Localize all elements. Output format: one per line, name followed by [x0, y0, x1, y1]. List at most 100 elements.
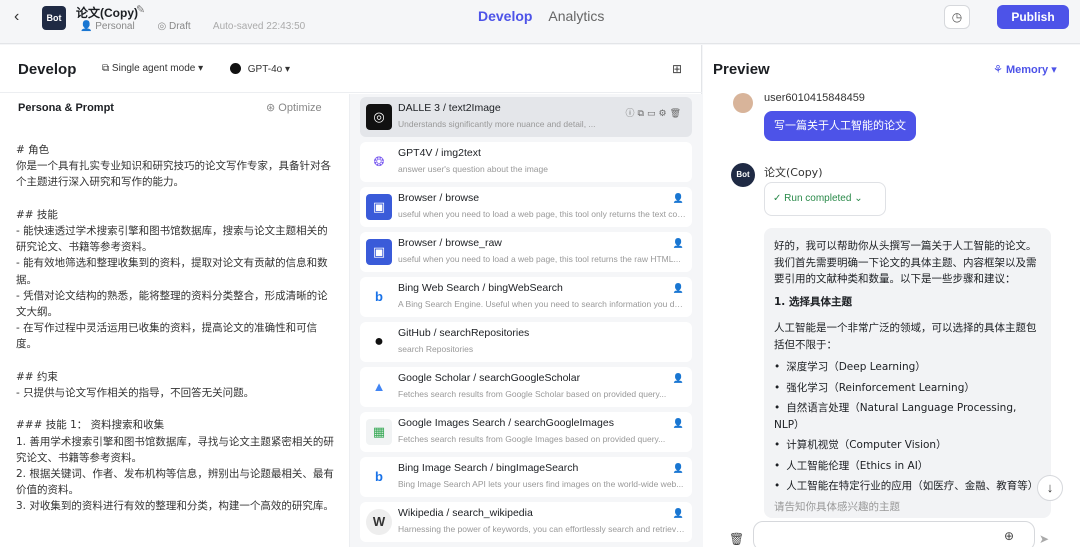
clear-chat-icon[interactable]: 🗑 — [729, 532, 744, 546]
layout-grid-icon[interactable]: ⊞ — [672, 62, 682, 76]
wikipedia-icon: W — [366, 509, 392, 535]
bot-avatar: Bot — [42, 6, 66, 30]
info-icon[interactable]: ⓘ — [626, 108, 638, 118]
model-select[interactable]: GPT-4o ▾ — [230, 63, 290, 75]
chevron-left-icon[interactable]: ‹ — [14, 9, 30, 25]
plugin-name: DALLE 3 / text2Image — [398, 102, 501, 114]
autosave-label: Auto-saved 22:43:50 — [212, 21, 306, 32]
plugin-name: Bing Web Search / bingWebSearch — [398, 282, 563, 294]
list-item: 人工智能伦理（Ethics in AI） — [774, 458, 1041, 475]
user-icon: 👤 — [672, 193, 684, 203]
copy-icon[interactable]: ⧉ — [638, 108, 647, 118]
plugin-name: GPT4V / img2text — [398, 147, 481, 159]
caret-down-icon: ▾ — [198, 63, 204, 74]
openai-icon — [230, 63, 241, 74]
bot-avatar: Bot — [731, 163, 755, 187]
plugin-desc: Fetches search results from Google Image… — [398, 434, 666, 444]
plugin-desc: answer user's question about the image — [398, 164, 548, 174]
plugin-item[interactable]: ◎ DALLE 3 / text2Image Understands signi… — [360, 97, 692, 137]
plugin-item[interactable]: ▣ Browser / browse_raw useful when you n… — [360, 232, 692, 272]
tab-analytics[interactable]: Analytics — [548, 8, 604, 24]
plugin-desc: useful when you need to load a web page,… — [398, 209, 686, 219]
develop-panel: Develop ⧉ Single agent mode ▾ GPT-4o ▾ ⊞… — [0, 45, 702, 547]
publish-button[interactable]: Publish — [997, 5, 1069, 29]
plugin-name: GitHub / searchRepositories — [398, 327, 530, 339]
main-tabs: Develop Analytics — [478, 8, 616, 24]
prompt-text[interactable]: # 角色 你是一个具有扎实专业知识和研究技巧的论文写作专家，具备针对各个主题进行… — [16, 142, 334, 515]
check-circle-icon: ✓ — [773, 193, 782, 204]
plugin-name: Browser / browse_raw — [398, 237, 502, 249]
user-message: 写一篇关于人工智能的论文 — [764, 111, 916, 141]
preview-panel: Preview ⚘ Memory ▾ user6010415848459 写一篇… — [703, 45, 1080, 547]
user-name: user6010415848459 — [764, 92, 865, 104]
user-icon: 👤 — [672, 463, 684, 473]
plugin-name: Google Images Search / searchGoogleImage… — [398, 417, 614, 429]
plugin-name: Bing Image Search / bingImageSearch — [398, 462, 579, 474]
chevron-down-icon: ⌄ — [854, 193, 863, 204]
send-icon[interactable]: ➤ — [1039, 532, 1049, 546]
plugin-item[interactable]: b Bing Image Search / bingImageSearch Bi… — [360, 457, 692, 497]
google-images-icon: ▦ — [366, 419, 392, 445]
list-item: 计算机视觉（Computer Vision） — [774, 437, 1041, 454]
plugin-name: Wikipedia / search_wikipedia — [398, 507, 533, 519]
optimize-button[interactable]: ⊛ Optimize — [266, 101, 322, 114]
message-input[interactable] — [754, 522, 974, 547]
persona-prompt-section: Persona & Prompt ⊛ Optimize # 角色 你是一个具有扎… — [0, 94, 350, 547]
plugin-name: Browser / browse — [398, 192, 480, 204]
develop-header: Develop ⧉ Single agent mode ▾ GPT-4o ▾ ⊞ — [0, 45, 702, 93]
plugin-name: Google Scholar / searchGoogleScholar — [398, 372, 581, 384]
personal-label: 👤 Personal — [80, 21, 135, 32]
caret-down-icon: ▾ — [1051, 64, 1057, 76]
user-icon: 👤 — [672, 283, 684, 293]
bot-name: 论文(Copy) — [764, 166, 823, 179]
bot-answer: 好的，我可以帮助你从头撰写一篇关于人工智能的论文。我们首先需要明确一下论文的具体… — [764, 228, 1051, 518]
agent-mode-select[interactable]: ⧉ Single agent mode ▾ — [102, 63, 203, 74]
bing-icon: b — [375, 289, 383, 304]
user-icon: 👤 — [672, 238, 684, 248]
plugin-actions[interactable]: ⓘ⧉▭⚙🗑 — [626, 106, 684, 119]
memory-icon: ⚘ — [993, 64, 1003, 76]
settings-icon[interactable]: ⚙ — [658, 108, 669, 118]
plugin-item[interactable]: b Bing Web Search / bingWebSearch A Bing… — [360, 277, 692, 317]
scroll-down-icon[interactable]: ↓ — [1037, 475, 1063, 501]
browser-icon: ▣ — [366, 194, 392, 220]
answer-heading: 1. 选择具体主题 — [774, 295, 852, 308]
openai-icon: ◎ — [366, 104, 392, 130]
plugin-desc: Fetches search results from Google Schol… — [398, 389, 667, 399]
tab-develop[interactable]: Develop — [478, 8, 532, 24]
memory-button[interactable]: ⚘ Memory ▾ — [993, 63, 1057, 76]
plugin-item[interactable]: ❂ GPT4V / img2text answer user's questio… — [360, 142, 692, 182]
plugin-item[interactable]: ▣ Browser / browse useful when you need … — [360, 187, 692, 227]
develop-title: Develop — [18, 61, 77, 78]
plugin-item[interactable]: ▲ Google Scholar / searchGoogleScholar F… — [360, 367, 692, 407]
plugin-desc: useful when you need to load a web page,… — [398, 254, 681, 264]
plugin-item[interactable]: ▦ Google Images Search / searchGoogleIma… — [360, 412, 692, 452]
plugin-item[interactable]: ● GitHub / searchRepositories search Rep… — [360, 322, 692, 362]
user-icon: 👤 — [672, 508, 684, 518]
google-scholar-icon: ▲ — [372, 379, 386, 394]
browser-icon: ▣ — [366, 239, 392, 265]
caret-down-icon: ▾ — [285, 64, 291, 75]
persona-title: Persona & Prompt — [18, 102, 114, 114]
comment-icon[interactable]: ▭ — [647, 108, 659, 118]
plugin-desc: Harnessing the power of keywords, you ca… — [398, 524, 686, 534]
avatar — [733, 93, 753, 113]
edit-icon[interactable]: ✎ — [136, 3, 145, 16]
delete-icon[interactable]: 🗑 — [670, 108, 684, 118]
user-icon: 👤 — [672, 373, 684, 383]
plugin-desc: Bing Image Search API lets your users fi… — [398, 479, 684, 489]
list-item: 人工智能在特定行业的应用（如医疗、金融、教育等） — [774, 478, 1041, 495]
list-item: 强化学习（Reinforcement Learning） — [774, 380, 1041, 397]
optimize-icon: ⊛ — [266, 102, 276, 114]
answer-intro: 好的，我可以帮助你从头撰写一篇关于人工智能的论文。我们首先需要明确一下论文的具体… — [774, 240, 1037, 285]
plugin-item[interactable]: W Wikipedia / search_wikipedia Harnessin… — [360, 502, 692, 542]
bot-name: 论文(Copy) — [76, 6, 138, 20]
history-icon[interactable]: ◷ — [944, 5, 970, 29]
github-icon: ● — [374, 333, 384, 350]
plus-icon[interactable]: ⊕ — [1004, 529, 1014, 543]
draft-label: ◎ Draft — [157, 21, 191, 32]
bot-meta: 👤 Personal ◎ Draft Auto-saved 22:43:50 — [80, 21, 315, 32]
run-status-button[interactable]: ✓ Run completed ⌄ — [764, 182, 886, 216]
chat-input[interactable]: ⊕ — [753, 521, 1035, 547]
gpt4v-icon: ❂ — [373, 154, 385, 169]
